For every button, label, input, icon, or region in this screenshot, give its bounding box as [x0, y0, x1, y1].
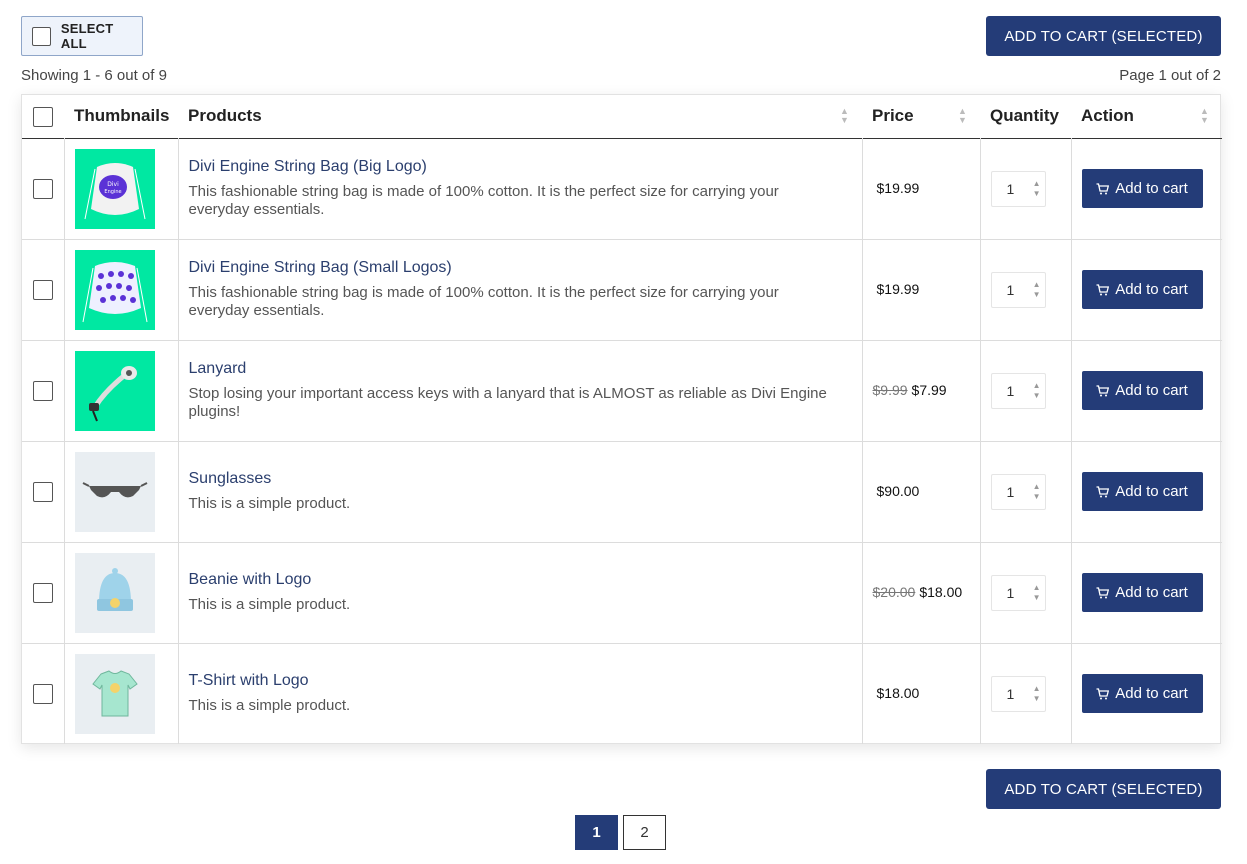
showing-count: Showing 1 - 6 out of 9 — [21, 67, 167, 84]
current-price: $19.99 — [876, 281, 920, 297]
quantity-stepper[interactable]: 1 ▲ ▼ — [990, 271, 1046, 308]
sort-arrows-icon[interactable]: ▲ ▼ — [958, 107, 968, 125]
quantity-value: 1 — [1006, 382, 1015, 399]
product-description: Stop losing your important access keys w… — [188, 385, 827, 420]
table-row: Beanie with Logo This is a simple produc… — [22, 542, 1222, 643]
qty-spinner-icon[interactable]: ▲ ▼ — [1033, 684, 1041, 704]
add-to-cart-button[interactable]: Add to cart — [1081, 573, 1203, 612]
product-price: $20.00 $18.00 — [863, 584, 963, 600]
product-name-link[interactable]: Lanyard — [189, 360, 862, 378]
product-thumbnail[interactable] — [74, 249, 155, 330]
quantity-stepper[interactable]: 1 ▲ ▼ — [990, 473, 1046, 510]
quantity-stepper[interactable]: 1 ▲ ▼ — [990, 675, 1046, 712]
row-checkbox[interactable] — [32, 481, 53, 502]
row-checkbox[interactable] — [32, 380, 53, 401]
header-quantity: Quantity — [990, 106, 1059, 126]
products-table: Thumbnails Products ▲ ▼ Price ▲ ▼ Quantity… — [21, 94, 1222, 744]
quantity-value: 1 — [1006, 281, 1015, 298]
table-row: Divi Engine String Bag (Small Logos) Thi… — [22, 239, 1222, 340]
cart-icon — [1096, 485, 1110, 497]
page-2-button[interactable]: 2 — [623, 815, 666, 850]
product-name-link[interactable]: Sunglasses — [189, 470, 862, 488]
quantity-stepper[interactable]: 1 ▲ ▼ — [990, 574, 1046, 611]
qty-spinner-icon[interactable]: ▲ ▼ — [1033, 482, 1041, 502]
row-checkbox[interactable] — [32, 582, 53, 603]
pagination: 1 2 — [575, 815, 666, 850]
cart-icon — [1096, 688, 1110, 700]
current-price: $19.99 — [876, 180, 920, 196]
product-thumbnail[interactable] — [74, 451, 155, 532]
add-to-cart-button[interactable]: Add to cart — [1081, 371, 1203, 410]
product-name-link[interactable]: Divi Engine String Bag (Big Logo) — [189, 158, 862, 176]
qty-spinner-icon[interactable]: ▲ ▼ — [1033, 280, 1041, 300]
product-price: $19.99 — [863, 180, 920, 196]
cart-icon — [1096, 586, 1110, 598]
product-thumbnail[interactable] — [74, 552, 155, 633]
quantity-stepper[interactable]: 1 ▲ ▼ — [990, 372, 1046, 409]
cart-icon — [1096, 283, 1110, 295]
header-checkbox[interactable] — [33, 106, 53, 127]
table-row: Divi Engine Divi Engine String Bag (Big L… — [22, 138, 1222, 239]
original-price: $20.00 — [872, 584, 916, 600]
quantity-value: 1 — [1006, 180, 1015, 197]
quantity-value: 1 — [1006, 483, 1015, 500]
add-selected-to-cart-button-top[interactable]: ADD TO CART (SELECTED) — [986, 16, 1221, 56]
svg-text:Divi: Divi — [107, 181, 119, 188]
sort-arrows-icon[interactable]: ▲ ▼ — [840, 107, 850, 125]
product-price: $9.99 $7.99 — [863, 382, 947, 398]
original-price: $9.99 — [872, 382, 908, 398]
product-thumbnail[interactable] — [74, 653, 155, 734]
page-1-button[interactable]: 1 — [575, 815, 618, 850]
header-checkbox-cell — [22, 95, 64, 138]
add-to-cart-button[interactable]: Add to cart — [1081, 270, 1203, 309]
select-all-label: SELECT ALL — [60, 21, 114, 51]
svg-text:Engine: Engine — [104, 189, 121, 195]
select-all-checkbox[interactable] — [32, 26, 51, 46]
product-description: This fashionable string bag is made of 1… — [188, 284, 779, 319]
product-name-link[interactable]: Beanie with Logo — [189, 571, 862, 589]
product-thumbnail[interactable] — [74, 350, 155, 431]
table-row: T-Shirt with Logo This is a simple produ… — [22, 643, 1222, 744]
product-description: This is a simple product. — [188, 697, 351, 715]
product-description: This is a simple product. — [188, 596, 351, 613]
quantity-value: 1 — [1006, 685, 1015, 702]
product-name-link[interactable]: Divi Engine String Bag (Small Logos) — [189, 259, 862, 277]
current-price: $18.00 — [876, 685, 920, 702]
add-to-cart-button[interactable]: Add to cart — [1081, 674, 1203, 714]
product-price: $90.00 — [863, 483, 920, 499]
select-all-button[interactable]: SELECT ALL — [21, 16, 143, 56]
product-description: This fashionable string bag is made of 1… — [188, 183, 779, 218]
add-to-cart-button[interactable]: Add to cart — [1081, 169, 1203, 208]
header-products[interactable]: Products ▲ ▼ — [178, 95, 862, 138]
table-header-row: Thumbnails Products ▲ ▼ Price ▲ ▼ Quantity… — [22, 95, 1222, 138]
product-description: This is a simple product. — [188, 495, 351, 512]
row-checkbox[interactable] — [32, 178, 53, 199]
table-row: Lanyard Stop losing your important acces… — [22, 340, 1222, 441]
qty-spinner-icon[interactable]: ▲ ▼ — [1033, 583, 1041, 603]
qty-spinner-icon[interactable]: ▲ ▼ — [1033, 381, 1041, 401]
quantity-value: 1 — [1006, 584, 1015, 601]
current-price: $18.00 — [919, 584, 963, 600]
product-price: $18.00 — [863, 685, 920, 701]
row-checkbox[interactable] — [32, 279, 53, 300]
add-to-cart-button[interactable]: Add to cart — [1081, 472, 1203, 511]
sort-arrows-icon[interactable]: ▲ ▼ — [1200, 107, 1210, 125]
cart-icon — [1096, 182, 1110, 194]
cart-icon — [1096, 384, 1110, 396]
product-price: $19.99 — [863, 281, 920, 297]
product-name-link[interactable]: T-Shirt with Logo — [189, 672, 862, 690]
row-checkbox[interactable] — [32, 683, 53, 704]
add-selected-to-cart-button-bottom[interactable]: ADD TO CART (SELECTED) — [986, 769, 1221, 809]
qty-spinner-icon[interactable]: ▲ ▼ — [1033, 179, 1041, 199]
header-action[interactable]: Action ▲ ▼ — [1071, 95, 1222, 138]
header-thumbnails[interactable]: Thumbnails — [64, 95, 178, 138]
table-row: Sunglasses This is a simple product. $90… — [22, 441, 1222, 542]
product-thumbnail[interactable]: Divi Engine — [74, 148, 155, 229]
header-price[interactable]: Price ▲ ▼ — [862, 95, 980, 138]
quantity-stepper[interactable]: 1 ▲ ▼ — [990, 170, 1046, 207]
current-price: $7.99 — [911, 382, 947, 398]
page-info: Page 1 out of 2 — [1119, 67, 1221, 84]
current-price: $90.00 — [876, 483, 920, 499]
